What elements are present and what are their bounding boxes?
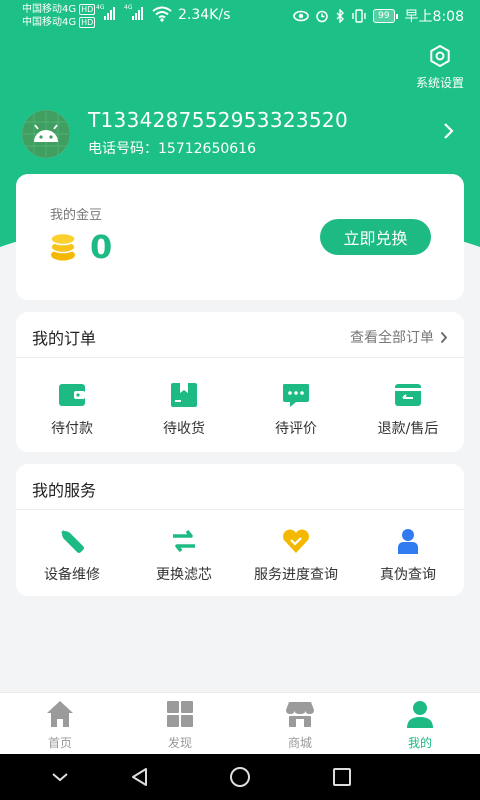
services-title: 我的服务 — [32, 481, 97, 500]
settings-label: 系统设置 — [415, 76, 464, 90]
person-icon — [398, 529, 418, 554]
alarm-icon — [316, 10, 328, 23]
tab-discover[interactable]: 发现 — [120, 693, 240, 754]
coin-count: 0 — [90, 228, 113, 266]
network-speed: 2.34K/s — [178, 7, 231, 23]
swap-icon — [173, 529, 195, 553]
phone-label: 电话号码： — [88, 141, 158, 157]
battery-level: 99 — [373, 9, 399, 23]
phone-number: 电话号码：15712650616 — [88, 138, 256, 158]
tab-store[interactable]: 商城 — [240, 693, 360, 754]
vibrate-icon — [352, 9, 366, 23]
clock: 早上8:08 — [404, 9, 464, 25]
avatar[interactable] — [22, 110, 70, 158]
order-item-refund[interactable]: 退款/售后 — [352, 380, 464, 438]
carrier-2: 中国移动4G HD — [22, 17, 96, 28]
services-grid: 设备维修 更换滤芯 服务进度查询 真伪查询 — [16, 526, 464, 584]
grid-icon — [167, 701, 193, 727]
wrench-icon — [61, 530, 84, 553]
tab-mine[interactable]: 我的 — [360, 693, 480, 754]
order-item-pending-payment[interactable]: 待付款 — [16, 380, 128, 438]
android-logo-icon — [22, 110, 70, 158]
coin-stack-icon — [50, 232, 76, 261]
redeem-button[interactable]: 立即兑换 — [320, 219, 431, 255]
phone-value: 15712650616 — [158, 141, 256, 157]
home-icon — [47, 701, 73, 727]
refund-icon — [395, 384, 421, 406]
status-bar: 中国移动4G HD 中国移动4G HD 4G 4G 2.34K/s 99 早上8… — [0, 0, 480, 34]
see-all-label: 查看全部订单 — [350, 330, 434, 346]
eye-icon — [293, 10, 309, 22]
user-id: T1334287552953323520 — [88, 108, 348, 132]
orders-card: 我的订单 查看全部订单 待付款 待收货 待评价 退款/售后 — [16, 312, 464, 452]
bluetooth-icon — [336, 9, 345, 23]
package-icon — [171, 383, 197, 407]
home-circle-icon[interactable] — [228, 765, 252, 789]
signal-icon — [132, 6, 143, 20]
signal-icon — [104, 6, 115, 20]
order-item-pending-receipt[interactable]: 待收货 — [128, 380, 240, 438]
tab-home[interactable]: 首页 — [0, 693, 120, 754]
services-card: 我的服务 设备维修 更换滤芯 服务进度查询 真伪查询 — [16, 464, 464, 596]
order-item-pending-review[interactable]: 待评价 — [240, 380, 352, 438]
chevron-right-icon[interactable] — [442, 122, 456, 140]
status-right: 99 早上8:08 — [293, 6, 464, 26]
system-nav-bar — [0, 754, 480, 800]
heart-progress-icon — [283, 529, 309, 553]
comment-icon — [283, 384, 309, 407]
service-item-filter[interactable]: 更换滤芯 — [128, 526, 240, 584]
store-icon — [286, 702, 314, 727]
service-item-repair[interactable]: 设备维修 — [16, 526, 128, 584]
orders-title: 我的订单 — [32, 329, 97, 348]
chevron-down-icon[interactable] — [48, 765, 72, 789]
services-header: 我的服务 — [16, 464, 464, 510]
hd-badge: HD — [79, 17, 96, 28]
chevron-right-icon — [440, 331, 448, 343]
service-item-authenticity[interactable]: 真伪查询 — [352, 526, 464, 584]
service-item-progress[interactable]: 服务进度查询 — [240, 526, 352, 584]
back-icon[interactable] — [128, 765, 152, 789]
orders-header: 我的订单 查看全部订单 — [16, 312, 464, 358]
see-all-orders-link[interactable]: 查看全部订单 — [350, 327, 448, 347]
orders-grid: 待付款 待收货 待评价 退款/售后 — [16, 380, 464, 438]
coin-card: 我的金豆 0 立即兑换 — [16, 174, 464, 300]
coin-title: 我的金豆 — [50, 208, 103, 223]
user-icon — [407, 701, 433, 728]
tab-bar: 首页 发现 商城 我的 — [0, 692, 480, 754]
gear-icon — [430, 44, 450, 68]
wallet-icon — [59, 384, 85, 406]
wifi-icon — [152, 6, 172, 22]
hd-badge: HD — [79, 4, 96, 15]
carrier-1: 中国移动4G HD — [22, 4, 96, 15]
settings-button[interactable]: 系统设置 — [408, 44, 472, 91]
recents-icon[interactable] — [330, 765, 354, 789]
